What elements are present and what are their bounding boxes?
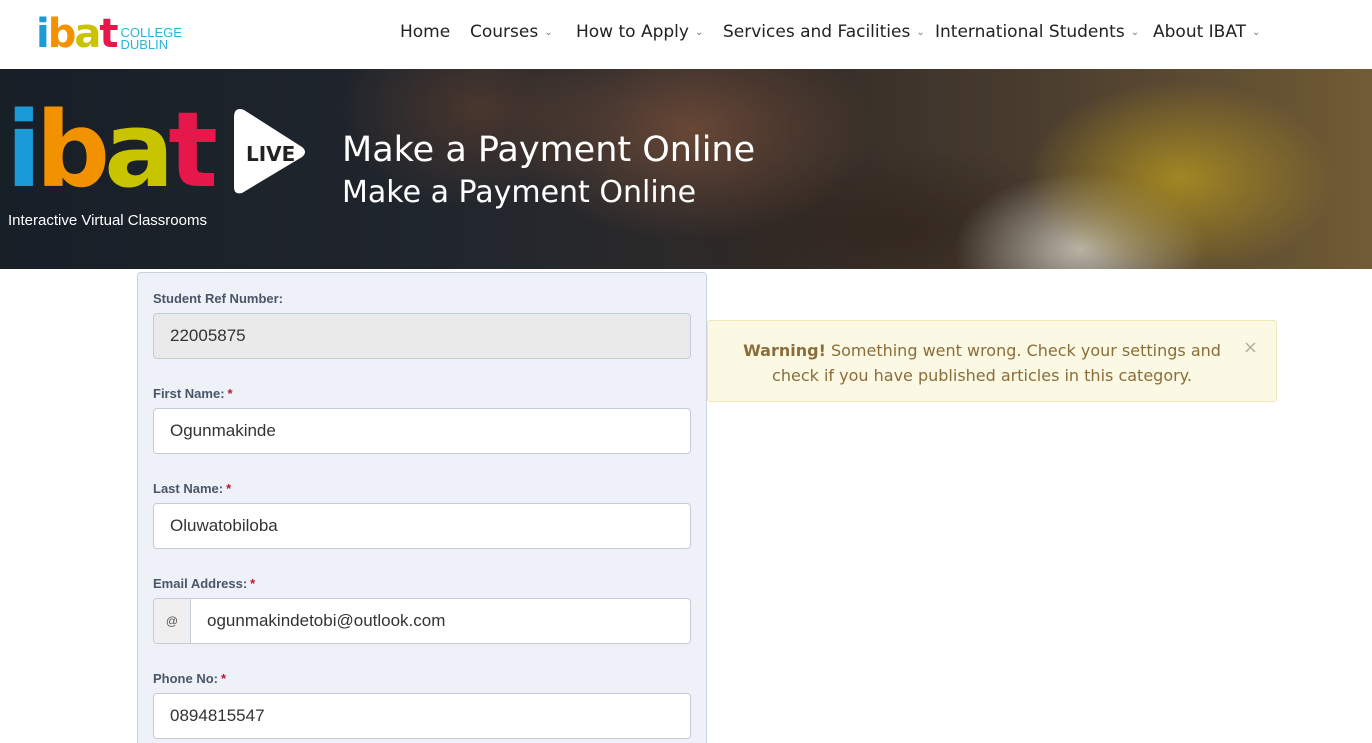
phone-field[interactable]: 0894815547 [153, 693, 691, 739]
nav-about-label: About IBAT [1153, 22, 1247, 42]
top-bar: ibat COLLEGE DUBLIN Home Courses ⌄ How to … [0, 0, 1372, 69]
ibat-live-logo: ibat [6, 98, 218, 202]
logo-wordmark: ibat [36, 11, 118, 57]
page-title: Make a Payment Online [342, 130, 756, 170]
nav-international-students[interactable]: International Students ⌄ [935, 22, 1139, 42]
nav-how-to-apply-label: How to Apply [576, 22, 689, 42]
student-ref-field[interactable]: 22005875 [153, 313, 691, 359]
required-marker: * [250, 576, 256, 591]
nav-courses-label: Courses [470, 22, 539, 42]
hero-banner: ibat LIVE Interactive Virtual Classrooms… [0, 69, 1372, 269]
ibat-college-logo[interactable]: ibat COLLEGE DUBLIN [36, 14, 182, 54]
last-name-label: Last Name: * [153, 481, 232, 496]
chevron-down-icon: ⌄ [694, 27, 704, 38]
nav-international-label: International Students [935, 22, 1125, 42]
email-label: Email Address: * [153, 576, 256, 591]
nav-services-and-facilities[interactable]: Services and Facilities ⌄ [723, 22, 925, 42]
first-name-field[interactable]: Ogunmakinde [153, 408, 691, 454]
email-field[interactable]: ogunmakindetobi@outlook.com [191, 599, 445, 643]
hero-wordmark: ibat [6, 89, 218, 211]
nav-about-ibat[interactable]: About IBAT ⌄ [1153, 22, 1260, 42]
warning-message: Something went wrong. Check your setting… [772, 341, 1221, 385]
page-subtitle: Make a Payment Online [342, 175, 697, 210]
hero-subtitle: Interactive Virtual Classrooms [8, 212, 207, 229]
required-marker: * [226, 481, 232, 496]
student-ref-label: Student Ref Number: [153, 291, 283, 306]
first-name-label: First Name: * [153, 386, 233, 401]
email-input-group: @ ogunmakindetobi@outlook.com [153, 598, 691, 644]
nav-how-to-apply[interactable]: How to Apply ⌄ [576, 22, 703, 42]
required-marker: * [221, 671, 227, 686]
close-icon[interactable]: × [1243, 335, 1258, 360]
last-name-field[interactable]: Oluwatobiloba [153, 503, 691, 549]
chevron-down-icon: ⌄ [1252, 27, 1261, 38]
live-label: LIVE [246, 142, 296, 166]
logo-college-text: COLLEGE DUBLIN [120, 25, 182, 52]
nav-home-label: Home [400, 22, 451, 42]
nav-courses[interactable]: Courses ⌄ [470, 22, 553, 42]
warning-title: Warning! [743, 341, 826, 360]
phone-label: Phone No: * [153, 671, 227, 686]
chevron-down-icon: ⌄ [544, 27, 553, 38]
nav-home[interactable]: Home [400, 22, 450, 42]
warning-alert: Warning! Something went wrong. Check you… [707, 320, 1277, 402]
chevron-down-icon: ⌄ [1130, 27, 1140, 38]
chevron-down-icon: ⌄ [916, 27, 925, 38]
required-marker: * [227, 386, 233, 401]
nav-services-label: Services and Facilities [723, 22, 911, 42]
payment-form: Student Ref Number: 22005875 First Name:… [137, 272, 707, 743]
at-sign-icon: @ [154, 599, 191, 643]
